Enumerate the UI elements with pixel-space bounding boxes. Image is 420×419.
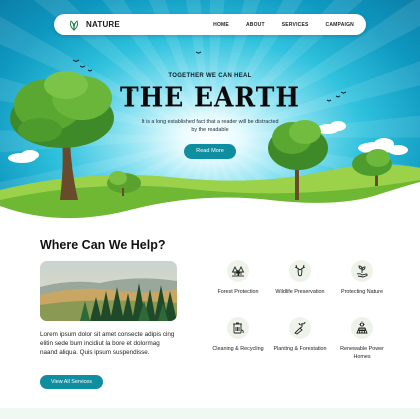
- nav-about[interactable]: ABOUT: [246, 22, 265, 28]
- leaf-logo-icon: [69, 19, 79, 31]
- forest-landscape-image: [40, 261, 177, 321]
- service-renewable-power[interactable]: Renewable Power Homes: [332, 317, 392, 361]
- service-label: Cleaning & Recycling: [212, 346, 264, 352]
- hero-text: TOGETHER WE CAN HEAL THE EARTH It is a l…: [0, 73, 420, 134]
- navbar: NATURE HOME ABOUT SERVICES CAMPAIGN: [54, 14, 366, 35]
- nav-services[interactable]: SERVICES: [282, 22, 309, 28]
- solar-icon: [351, 317, 373, 339]
- service-planting-forestation[interactable]: Planting & Forestation: [270, 317, 330, 353]
- help-body-text: Lorem ipsum dolor sit amet consecte adip…: [40, 331, 175, 356]
- service-label: Renewable Power Homes: [340, 346, 384, 360]
- hero-eyebrow: TOGETHER WE CAN HEAL: [168, 73, 252, 79]
- forest-icon: [227, 260, 249, 282]
- service-label: Planting & Forestation: [273, 346, 327, 352]
- brand[interactable]: NATURE: [68, 19, 120, 31]
- service-label: Wildlife Preservation: [275, 289, 325, 295]
- hero-description: It is a long established fact that a rea…: [141, 119, 279, 133]
- service-protecting-nature[interactable]: Protecting Nature: [332, 260, 392, 296]
- plant-hand-icon: [351, 260, 373, 282]
- nav-campaign[interactable]: CAMPAIGN: [326, 22, 354, 28]
- service-cleaning-recycling[interactable]: Cleaning & Recycling: [208, 317, 268, 353]
- view-all-services-button[interactable]: View All Services: [40, 375, 103, 389]
- read-more-button[interactable]: Read More: [184, 144, 236, 159]
- deer-icon: [289, 260, 311, 282]
- service-wildlife-preservation[interactable]: Wildlife Preservation: [270, 260, 330, 296]
- hero-banner: NATURE HOME ABOUT SERVICES CAMPAIGN TOGE…: [0, 0, 420, 222]
- service-label: Forest Protection: [217, 289, 259, 295]
- recycle-icon: [227, 317, 249, 339]
- section-title: Where Can We Help?: [40, 238, 166, 252]
- nav-home[interactable]: HOME: [213, 22, 229, 28]
- nav-links: HOME ABOUT SERVICES CAMPAIGN: [213, 22, 354, 28]
- footer-band: [0, 408, 420, 419]
- planting-icon: [289, 317, 311, 339]
- service-label: Protecting Nature: [341, 289, 383, 295]
- forest-photo: [40, 261, 177, 321]
- brand-name: NATURE: [86, 20, 120, 29]
- hero-title: THE EARTH: [120, 81, 300, 114]
- service-forest-protection[interactable]: Forest Protection: [208, 260, 268, 296]
